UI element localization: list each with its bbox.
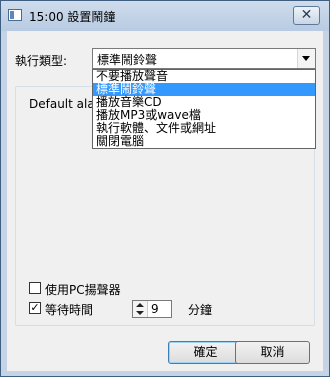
wait-time-checkbox[interactable]: ✓	[29, 302, 41, 314]
app-window-icon	[8, 9, 22, 21]
type-selected-value: 標準鬧鈴聲	[97, 53, 158, 67]
wait-time-value[interactable]: 9	[151, 302, 159, 316]
cancel-button[interactable]: 取消	[235, 341, 310, 364]
type-label: 執行類型:	[15, 54, 68, 68]
pc-speaker-label: 使用PC揚聲器	[45, 283, 121, 297]
window-title: 15:00 設置鬧鐘	[29, 10, 116, 24]
stepper-down-icon[interactable]	[136, 311, 144, 315]
ok-button[interactable]: 確定	[168, 341, 243, 364]
wait-time-label: 等待時間	[45, 303, 94, 317]
stepper-buttons[interactable]	[133, 301, 148, 317]
chevron-down-icon[interactable]	[297, 49, 315, 68]
stepper-up-icon[interactable]	[136, 303, 144, 307]
pc-speaker-checkbox[interactable]	[29, 282, 41, 294]
dropdown-option-shutdown[interactable]: 關閉電腦	[93, 135, 315, 148]
type-combobox[interactable]: 標準鬧鈴聲	[92, 48, 316, 69]
title-bar[interactable]: 15:00 設置鬧鐘 ✕	[1, 1, 329, 31]
wait-time-unit: 分鐘	[188, 303, 213, 317]
close-button[interactable]: ✕	[293, 6, 320, 25]
wait-time-stepper[interactable]: 9	[132, 300, 172, 318]
type-dropdown-list: 不要播放聲音 標準鬧鈴聲 播放音樂CD 播放MP3或wave檔 執行軟體、文件或…	[92, 69, 316, 149]
